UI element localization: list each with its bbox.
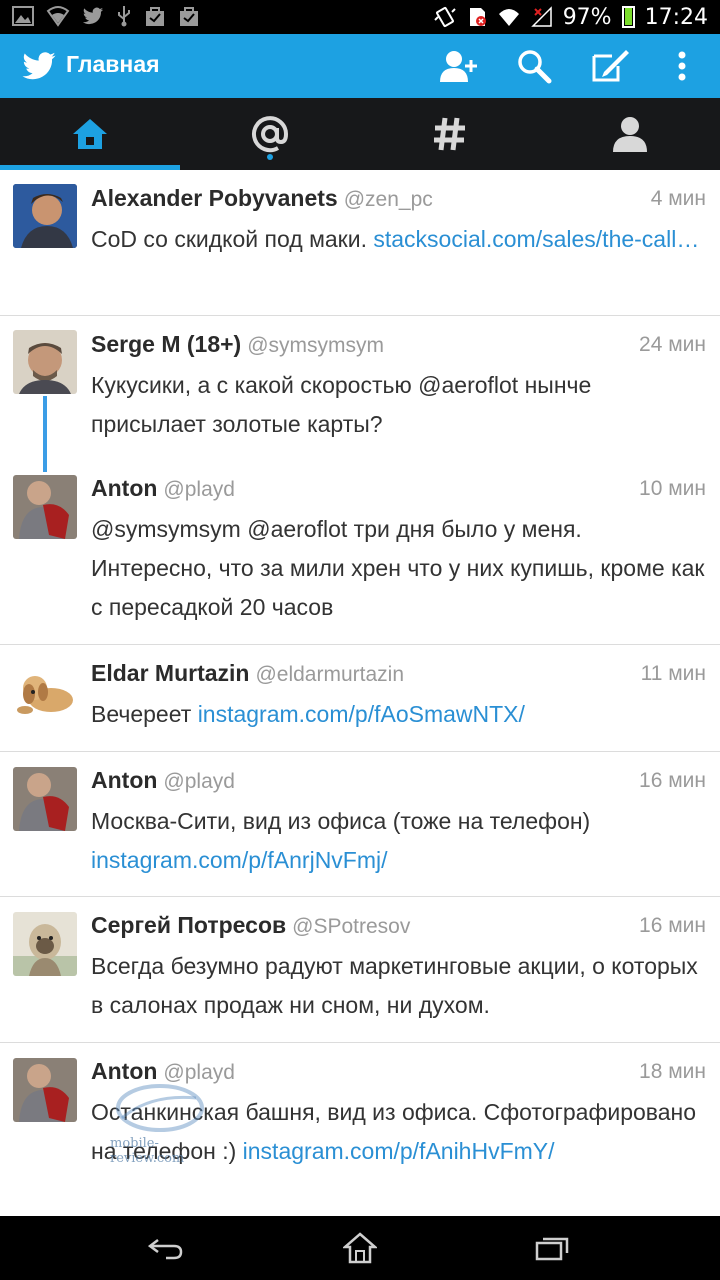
tab-home[interactable] — [0, 98, 180, 170]
tweet-text-body: Москва-Сити, вид из офиса (тоже на телеф… — [91, 808, 591, 834]
compose-button[interactable] — [588, 46, 632, 86]
search-button[interactable] — [512, 46, 556, 86]
tweet-time: 18 мин — [639, 1060, 706, 1083]
status-bar: 97% 17:24 — [0, 0, 720, 34]
home-icon — [73, 119, 107, 149]
usb-icon — [118, 6, 130, 27]
person-icon — [613, 117, 647, 152]
watermark: mobile-review.com — [100, 1080, 210, 1166]
home-button[interactable] — [330, 1228, 390, 1268]
author-name[interactable]: Alexander Pobyvanets — [91, 185, 338, 211]
tweet-link[interactable]: stacksocial.com/sales/the-call… — [373, 226, 699, 252]
avatar[interactable] — [13, 912, 77, 976]
watermark-logo — [116, 1084, 204, 1132]
author-handle: @symsymsym — [247, 334, 385, 357]
system-icons: 97% 17:24 — [433, 0, 708, 34]
avatar[interactable] — [13, 184, 77, 248]
avatar[interactable] — [13, 475, 77, 539]
tweet-time: 24 мин — [639, 333, 706, 356]
author-name[interactable]: Eldar Murtazin — [91, 660, 249, 686]
watermark-text: mobile-review.com — [110, 1136, 185, 1166]
timeline[interactable]: Alexander Pobyvanets @zen_pc 4 мин CoD со… — [0, 170, 720, 1216]
home-icon — [343, 1232, 377, 1264]
author-name[interactable]: Anton — [91, 767, 157, 793]
tweet-time: 4 мин — [650, 187, 706, 210]
author-name[interactable]: Anton — [91, 475, 157, 501]
tweet-time: 11 мин — [640, 662, 706, 685]
author-handle: @zen_pc — [343, 188, 433, 211]
overflow-menu-icon — [678, 51, 686, 81]
avatar[interactable] — [13, 1058, 77, 1122]
navigation-bar — [0, 1216, 720, 1280]
wifi-signal-icon — [498, 9, 519, 26]
gallery-icon — [12, 6, 34, 26]
recent-apps-icon — [535, 1237, 569, 1261]
tweet-text: Москва-Сити, вид из офиса (тоже на телеф… — [91, 802, 706, 880]
clock: 17:24 — [644, 4, 708, 30]
tweet-text: Вечереет instagram.com/p/fAoSmawNTX/ — [91, 695, 706, 734]
author-handle: @SPotresov — [292, 915, 411, 938]
new-mentions-dot — [267, 154, 273, 160]
tweet[interactable]: Anton @playd 16 мин Москва-Сити, вид из о… — [0, 752, 720, 896]
tweet-link[interactable]: instagram.com/p/fAnrjNvFmj/ — [91, 847, 388, 873]
tweet-link[interactable]: instagram.com/p/fAnihHvFmY/ — [243, 1138, 555, 1164]
tweet-text: Всегда безумно радуют маркетинговые акци… — [91, 953, 698, 1018]
back-button[interactable] — [136, 1228, 196, 1268]
no-signal-icon — [530, 6, 552, 27]
tweet-text-body: CoD со скидкой под маки. — [91, 226, 374, 252]
recent-apps-button[interactable] — [522, 1228, 582, 1268]
author-handle: @playd — [163, 770, 235, 793]
sd-card-icon — [469, 8, 486, 26]
search-icon — [518, 50, 552, 84]
add-user-button[interactable] — [436, 46, 480, 86]
tweet[interactable]: Сергей Потресов @SPotresov 16 мин Всегда … — [0, 897, 720, 1042]
author-handle: @playd — [163, 478, 235, 501]
tweet[interactable]: Serge M (18+) @symsymsym 24 мин Кукусики,… — [0, 316, 720, 460]
author-name[interactable]: Serge M (18+) — [91, 331, 241, 357]
tweet[interactable]: Eldar Murtazin @eldarmurtazin 11 мин Вече… — [0, 645, 720, 751]
tab-profile[interactable] — [540, 98, 720, 170]
wifi-icon — [46, 6, 70, 27]
tweet-time: 10 мин — [639, 477, 706, 500]
avatar[interactable] — [13, 767, 77, 831]
vibrate-icon — [433, 6, 456, 28]
tweet-time: 16 мин — [639, 769, 706, 792]
author-handle: @eldarmurtazin — [255, 663, 405, 686]
tweet[interactable]: Anton @playd 10 мин @symsymsym @aeroflot … — [0, 460, 720, 644]
tweet-text: CoD со скидкой под маки. stacksocial.com… — [91, 220, 706, 259]
tweet-time: 16 мин — [639, 914, 706, 937]
overflow-menu-button[interactable] — [660, 46, 704, 86]
action-bar: Главная — [0, 34, 720, 98]
battery-percent: 97% — [562, 4, 612, 30]
avatar[interactable] — [13, 330, 77, 394]
tweet-text: @symsymsym @aeroflot три дня было у меня… — [91, 516, 705, 620]
tweet-text: Кукусики, а с какой скоростью @aeroflot … — [91, 372, 592, 437]
tweet-link[interactable]: instagram.com/p/fAoSmawNTX/ — [198, 701, 525, 727]
twitter-icon — [82, 7, 104, 25]
author-name[interactable]: Сергей Потресов — [91, 912, 286, 938]
tab-discover[interactable] — [360, 98, 540, 170]
back-icon — [148, 1239, 183, 1260]
tab-bar — [0, 98, 720, 170]
notification-icons — [12, 5, 200, 27]
compose-icon — [592, 50, 629, 82]
bag-icon — [146, 7, 164, 26]
avatar[interactable] — [13, 660, 77, 724]
tweet[interactable]: Alexander Pobyvanets @zen_pc 4 мин CoD со… — [0, 170, 720, 315]
twitter-logo-icon[interactable] — [20, 48, 58, 84]
at-icon — [252, 116, 289, 153]
hashtag-icon — [434, 117, 465, 151]
page-title: Главная — [66, 51, 160, 77]
bag-icon — [180, 7, 198, 26]
add-user-icon — [440, 51, 477, 82]
tweet-text-body: Вечереет — [91, 701, 198, 727]
battery-icon — [621, 6, 635, 28]
